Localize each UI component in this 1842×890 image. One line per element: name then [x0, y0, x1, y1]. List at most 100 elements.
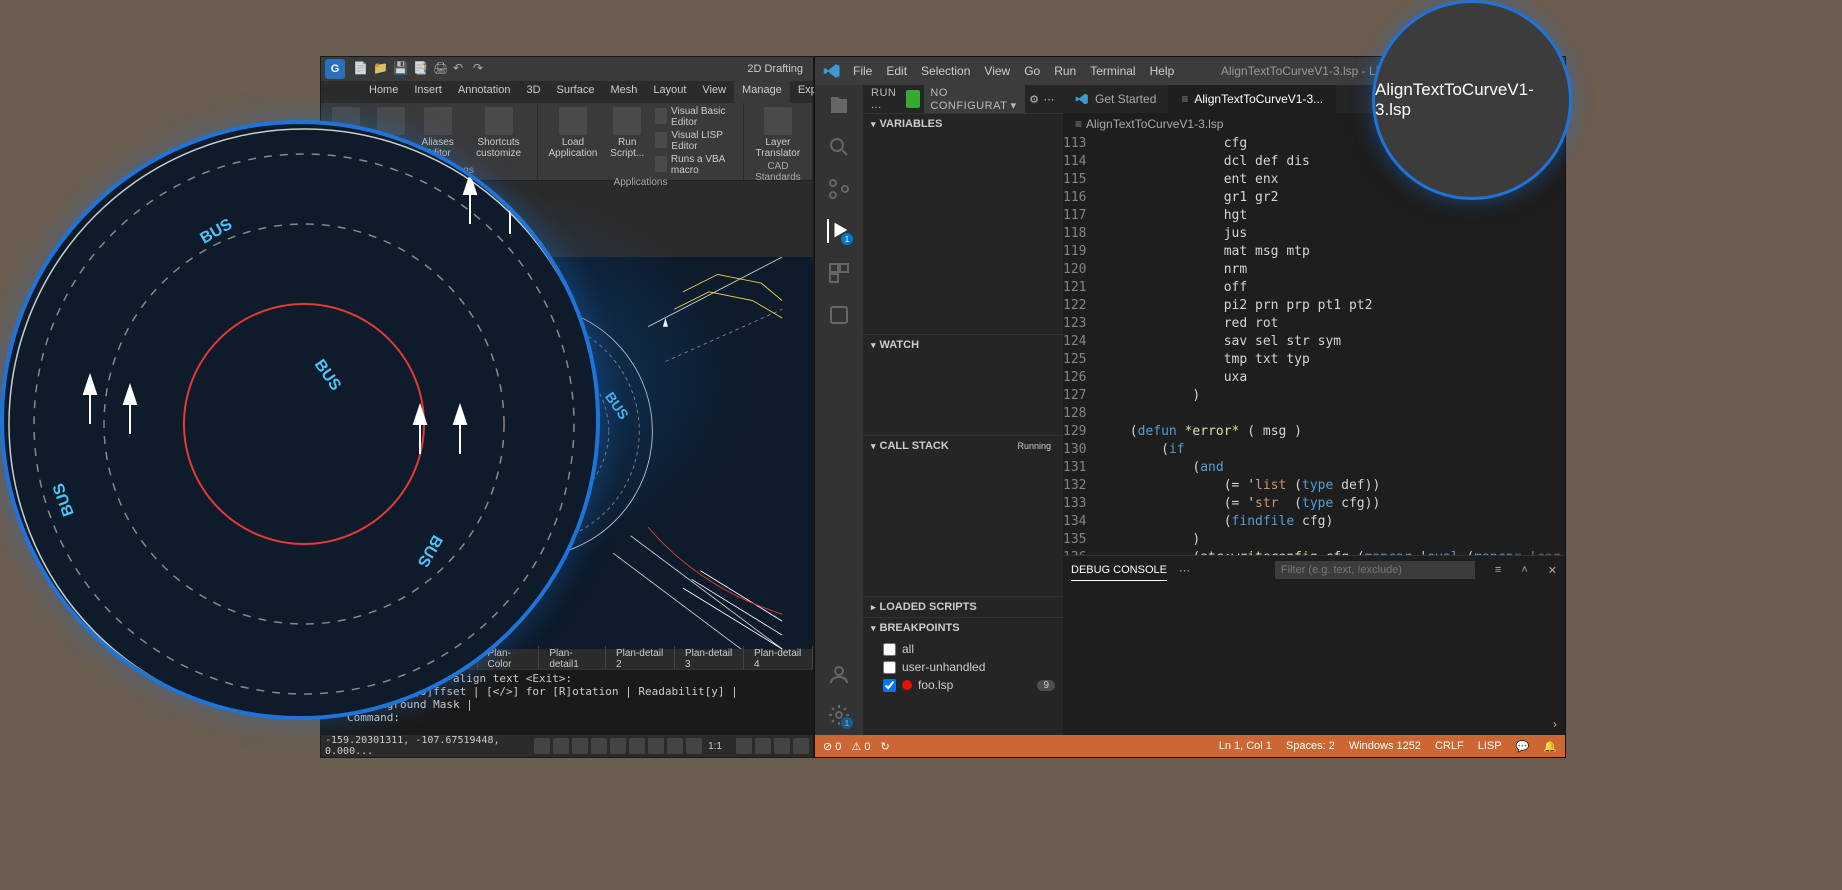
qp-icon[interactable] — [686, 738, 702, 754]
source-control-icon[interactable] — [827, 177, 851, 201]
workspace-selector[interactable]: 2D Drafting — [741, 61, 809, 77]
status-bell-icon[interactable]: 🔔 — [1543, 740, 1557, 753]
status-eol[interactable]: CRLF — [1435, 740, 1464, 753]
panel-toggle-icon[interactable]: ≡ — [1495, 564, 1501, 576]
minimap[interactable] — [1515, 135, 1565, 555]
status-language[interactable]: LISP — [1478, 740, 1502, 753]
ribbon-tab-view[interactable]: View — [694, 81, 734, 103]
status-sync-icon[interactable]: ↻ — [880, 740, 889, 753]
breakpoint-all[interactable]: all — [883, 640, 1055, 658]
cad-app-logo[interactable]: G — [325, 59, 345, 79]
status-cursor-pos[interactable]: Ln 1, Col 1 — [1219, 740, 1272, 753]
scale-readout[interactable]: 1:1 — [708, 741, 722, 752]
visual-lisp-editor-button[interactable]: Visual LISP Editor — [651, 129, 739, 153]
loaded-scripts-section[interactable]: ▸LOADED SCRIPTS — [863, 597, 1063, 617]
filename-zoom-bubble: AlignTextToCurveV1-3.lsp — [1372, 0, 1572, 200]
dyn-icon[interactable] — [629, 738, 645, 754]
watch-section[interactable]: ▾WATCH — [863, 335, 1063, 355]
ribbon-tab-surface[interactable]: Surface — [549, 81, 603, 103]
menu-selection[interactable]: Selection — [921, 64, 970, 78]
visual-basic-editor-button[interactable]: Visual Basic Editor — [651, 105, 739, 129]
status-icon[interactable] — [736, 738, 752, 754]
lisp-ext-icon[interactable] — [827, 303, 851, 327]
menu-file[interactable]: File — [853, 64, 872, 78]
snap-icon[interactable] — [553, 738, 569, 754]
settings-gear-icon[interactable]: 1 — [827, 703, 851, 727]
open-icon[interactable]: 📁 — [373, 61, 389, 77]
panel-maximize-icon[interactable]: ˄ — [1521, 564, 1527, 576]
vscode-status-bar: ⊘ 0 ⚠ 0 ↻ Ln 1, Col 1 Spaces: 2 Windows … — [815, 735, 1565, 757]
debug-start-button[interactable] — [906, 90, 921, 108]
debug-console-tab[interactable]: DEBUG CONSOLE — [1071, 560, 1167, 581]
callstack-status: Running — [1013, 440, 1055, 452]
variables-section[interactable]: ▾VARIABLES — [863, 114, 1063, 134]
search-icon[interactable] — [827, 135, 851, 159]
grid-icon[interactable] — [534, 738, 550, 754]
bus-label: BUS — [602, 389, 632, 422]
cmd-prompt[interactable]: Command: — [347, 711, 807, 724]
cad-status-bar: -159.20301311, -107.67519448, 0.000... 1… — [321, 735, 813, 757]
ribbon-tab-insert[interactable]: Insert — [406, 81, 450, 103]
run-sidebar: RUN ... No Configurat ▾ ⚙ ⋯ ▾VARIABLES ▾… — [863, 85, 1063, 735]
coordinates-readout: -159.20301311, -107.67519448, 0.000... — [325, 735, 520, 757]
zoom-magnifier: BUS BUS BUS BUS — [0, 120, 600, 720]
save-icon[interactable]: 💾 — [393, 61, 409, 77]
tab-lisp-file[interactable]: ≡AlignTextToCurveV1-3... — [1169, 85, 1336, 113]
ribbon-tab-3d[interactable]: 3D — [518, 81, 548, 103]
status-icon[interactable] — [793, 738, 809, 754]
status-indent[interactable]: Spaces: 2 — [1286, 740, 1335, 753]
debug-config-dropdown[interactable]: No Configurat ▾ — [924, 85, 1025, 114]
breakpoint-user-unhandled[interactable]: user-unhandled — [883, 658, 1055, 676]
svg-text:BUS: BUS — [311, 357, 344, 395]
ortho-icon[interactable] — [572, 738, 588, 754]
menu-go[interactable]: Go — [1024, 64, 1040, 78]
undo-icon[interactable]: ↶ — [453, 61, 469, 77]
status-feedback-icon[interactable]: 💬 — [1516, 740, 1530, 753]
ribbon-tab-mesh[interactable]: Mesh — [602, 81, 645, 103]
panel-more-icon[interactable]: ⋯ — [1179, 564, 1190, 577]
debug-settings-icon[interactable]: ⚙ — [1029, 93, 1039, 106]
print-icon[interactable]: 🖨 — [433, 61, 449, 77]
breakpoint-foo[interactable]: foo.lsp9 — [883, 676, 1055, 694]
layer-translator-button[interactable]: Layer Translator — [748, 105, 808, 161]
osnap-icon[interactable] — [610, 738, 626, 754]
saveas-icon[interactable]: 📑 — [413, 61, 429, 77]
account-icon[interactable] — [827, 663, 851, 687]
menu-help[interactable]: Help — [1150, 64, 1175, 78]
debug-console-prompt-icon[interactable]: › — [1553, 717, 1557, 731]
debug-more-icon[interactable]: ⋯ — [1044, 93, 1056, 106]
polar-icon[interactable] — [591, 738, 607, 754]
menu-terminal[interactable]: Terminal — [1090, 64, 1135, 78]
status-errors[interactable]: ⊘ 0 — [823, 740, 841, 753]
callstack-section[interactable]: ▾CALL STACKRunning — [863, 436, 1063, 456]
ribbon-tab-layout[interactable]: Layout — [645, 81, 694, 103]
extensions-icon[interactable] — [827, 261, 851, 285]
run-debug-icon[interactable]: 1 — [827, 219, 851, 243]
redo-icon[interactable]: ↷ — [473, 61, 489, 77]
panel-close-icon[interactable]: ✕ — [1548, 564, 1557, 577]
run-script-button[interactable]: Run Script... — [604, 105, 651, 177]
new-icon[interactable]: 📄 — [353, 61, 369, 77]
status-warnings[interactable]: ⚠ 0 — [851, 740, 870, 753]
svg-text:BUS: BUS — [198, 216, 236, 248]
ribbon-tab-annotation[interactable]: Annotation — [450, 81, 519, 103]
tab-get-started[interactable]: Get Started — [1063, 85, 1169, 113]
menu-view[interactable]: View — [984, 64, 1010, 78]
breakpoints-section[interactable]: ▾BREAKPOINTS — [863, 618, 1063, 638]
model-icon[interactable] — [667, 738, 683, 754]
status-icon[interactable] — [755, 738, 771, 754]
bottom-panel: DEBUG CONSOLE ⋯ ≡ ˄ ✕ › — [1063, 555, 1565, 735]
menu-run[interactable]: Run — [1054, 64, 1076, 78]
status-encoding[interactable]: Windows 1252 — [1349, 740, 1421, 753]
shortcuts-button[interactable]: Shortcuts customize — [464, 105, 533, 161]
explorer-icon[interactable] — [827, 93, 851, 117]
filter-input[interactable] — [1275, 561, 1475, 579]
menu-edit[interactable]: Edit — [886, 64, 907, 78]
zoom-bubble-text: AlignTextToCurveV1-3.lsp — [1375, 80, 1569, 120]
status-icon[interactable] — [774, 738, 790, 754]
ribbon-tab-manage[interactable]: Manage — [734, 81, 790, 103]
lwt-icon[interactable] — [648, 738, 664, 754]
load-application-button[interactable]: Load Application — [542, 105, 603, 177]
run-vba-macro-button[interactable]: Runs a VBA macro — [651, 153, 739, 177]
ribbon-tab-home[interactable]: Home — [361, 81, 406, 103]
